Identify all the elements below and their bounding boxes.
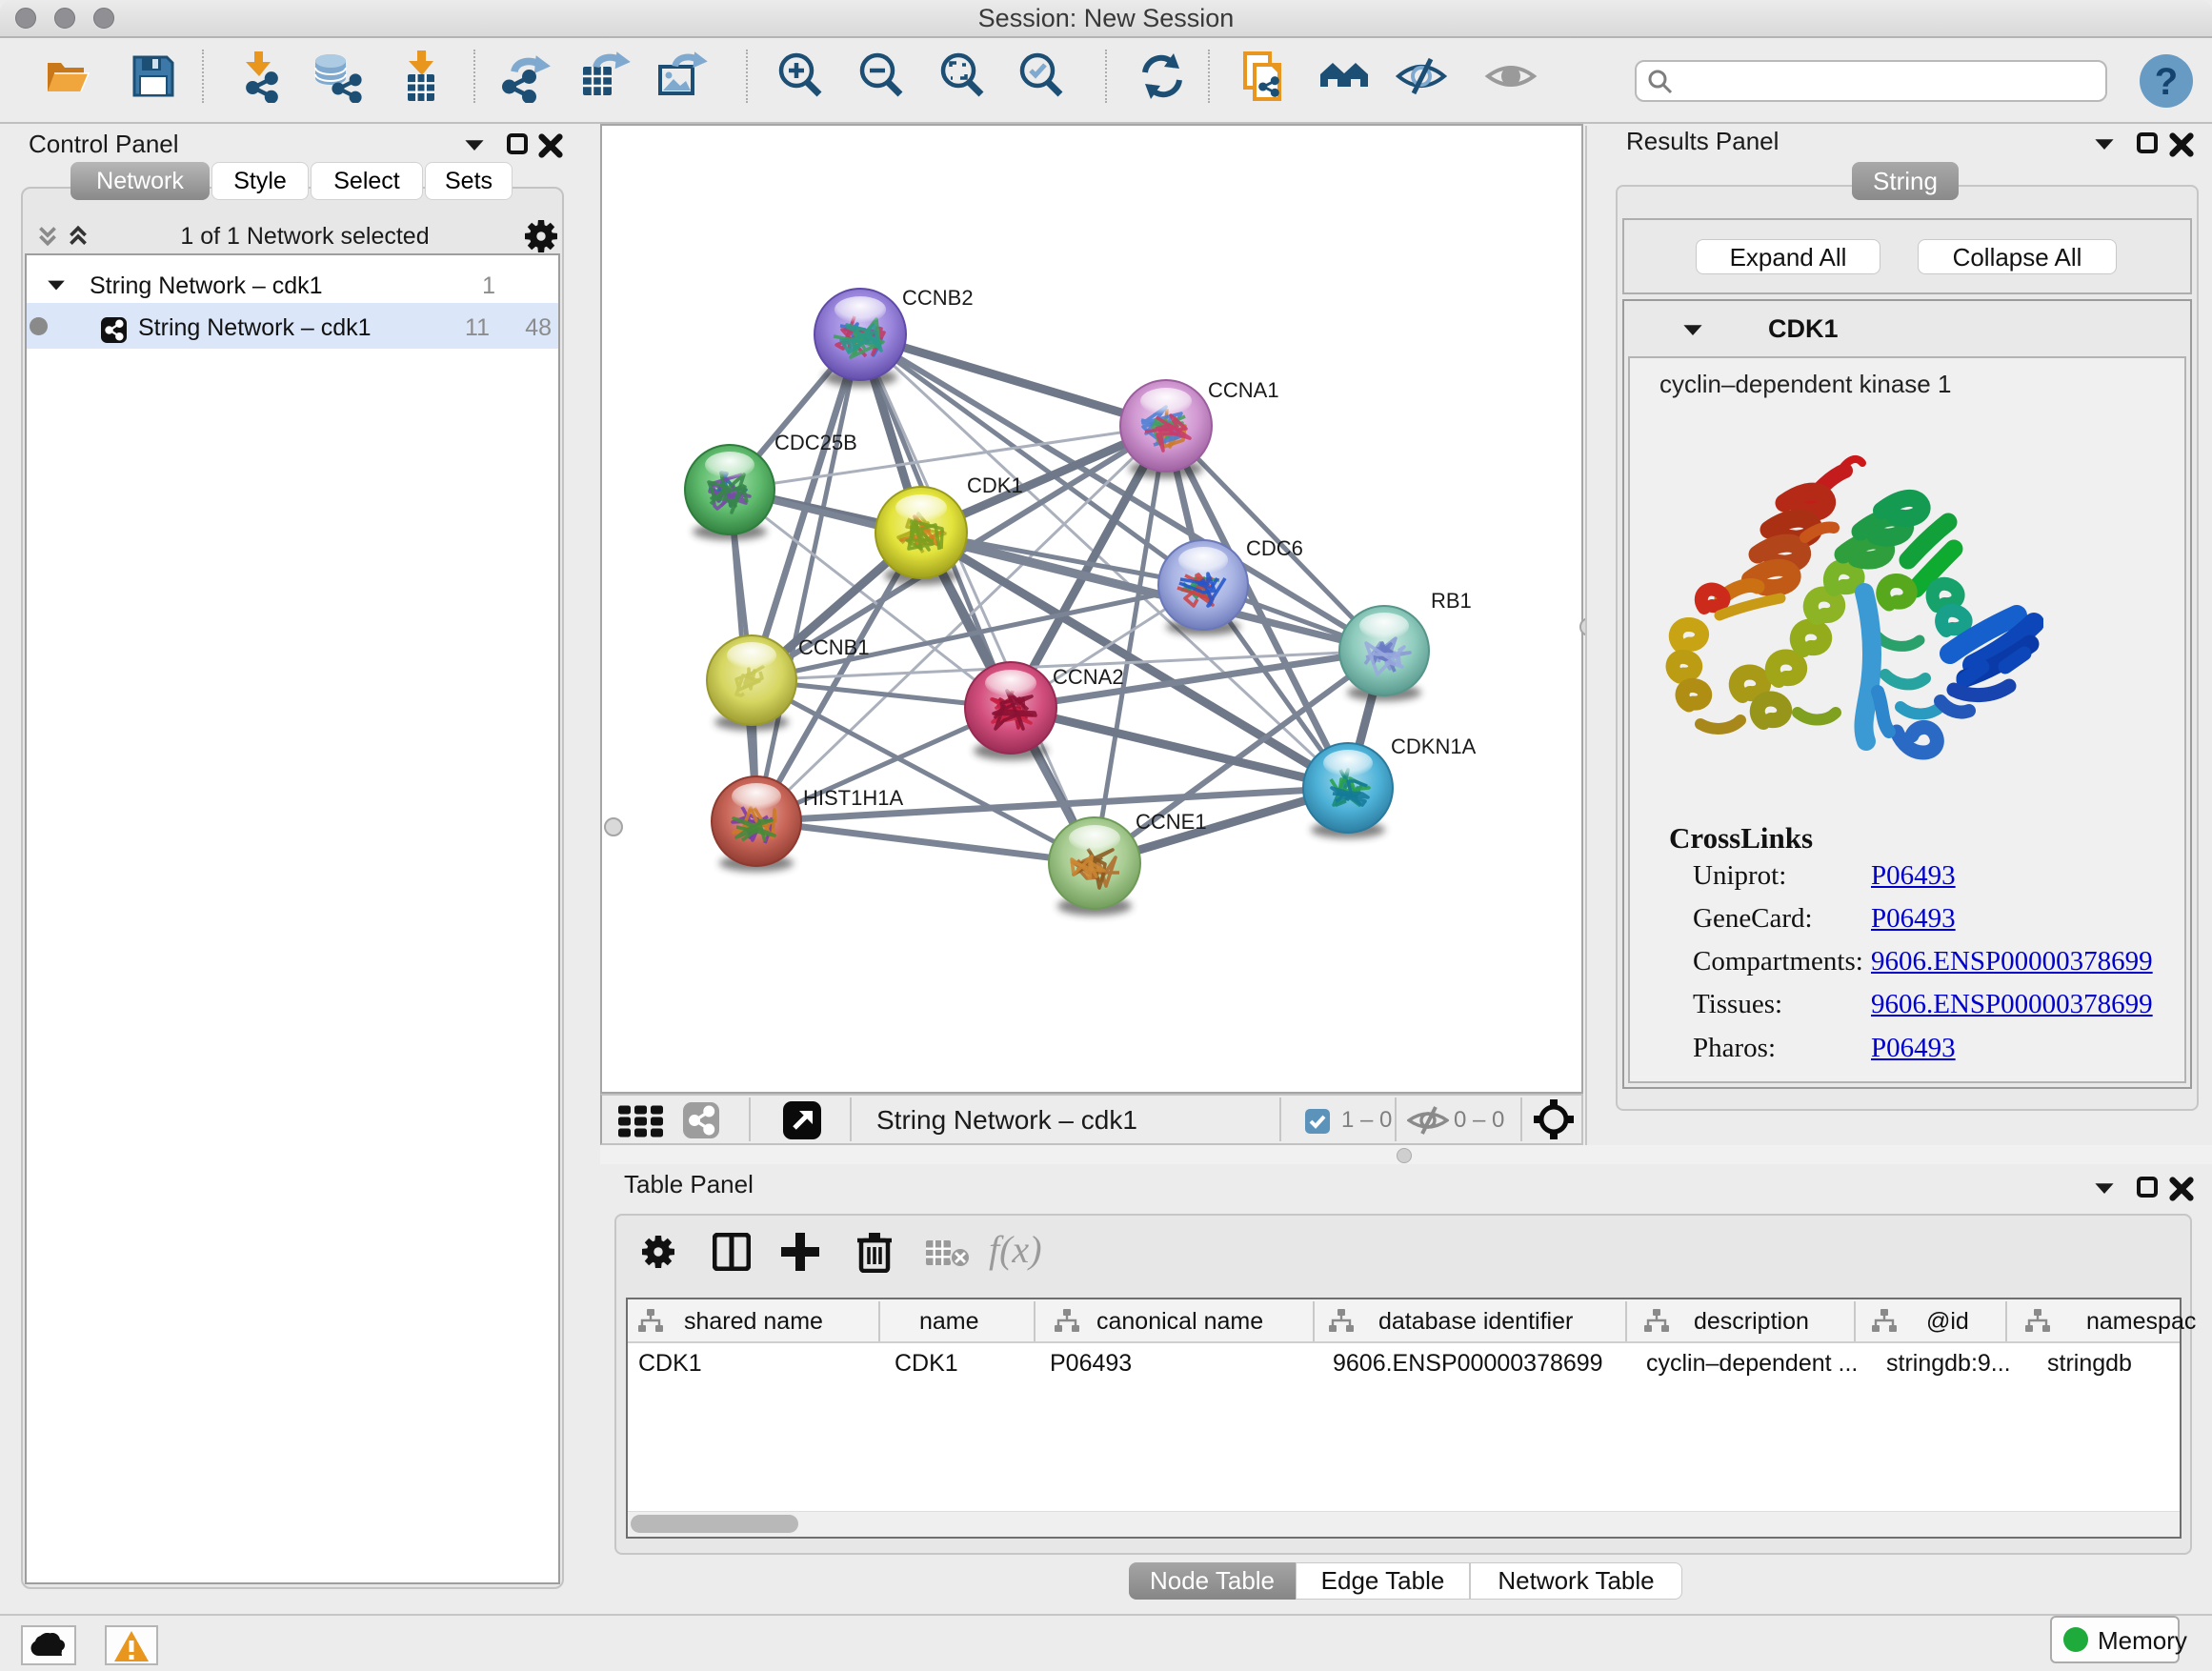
svg-text:RB1: RB1 bbox=[1431, 589, 1472, 613]
svg-text:CDKN1A: CDKN1A bbox=[1391, 735, 1477, 758]
svg-text:CDC6: CDC6 bbox=[1246, 536, 1303, 560]
svg-text:CCNA1: CCNA1 bbox=[1208, 378, 1279, 402]
svg-text:CDK1: CDK1 bbox=[967, 473, 1023, 497]
svg-text:CDC25B: CDC25B bbox=[774, 431, 857, 454]
svg-text:CCNA2: CCNA2 bbox=[1053, 665, 1124, 689]
svg-text:HIST1H1A: HIST1H1A bbox=[803, 786, 903, 810]
svg-text:CCNE1: CCNE1 bbox=[1136, 810, 1207, 834]
svg-text:CCNB1: CCNB1 bbox=[798, 635, 870, 659]
svg-text:CCNB2: CCNB2 bbox=[902, 286, 974, 310]
